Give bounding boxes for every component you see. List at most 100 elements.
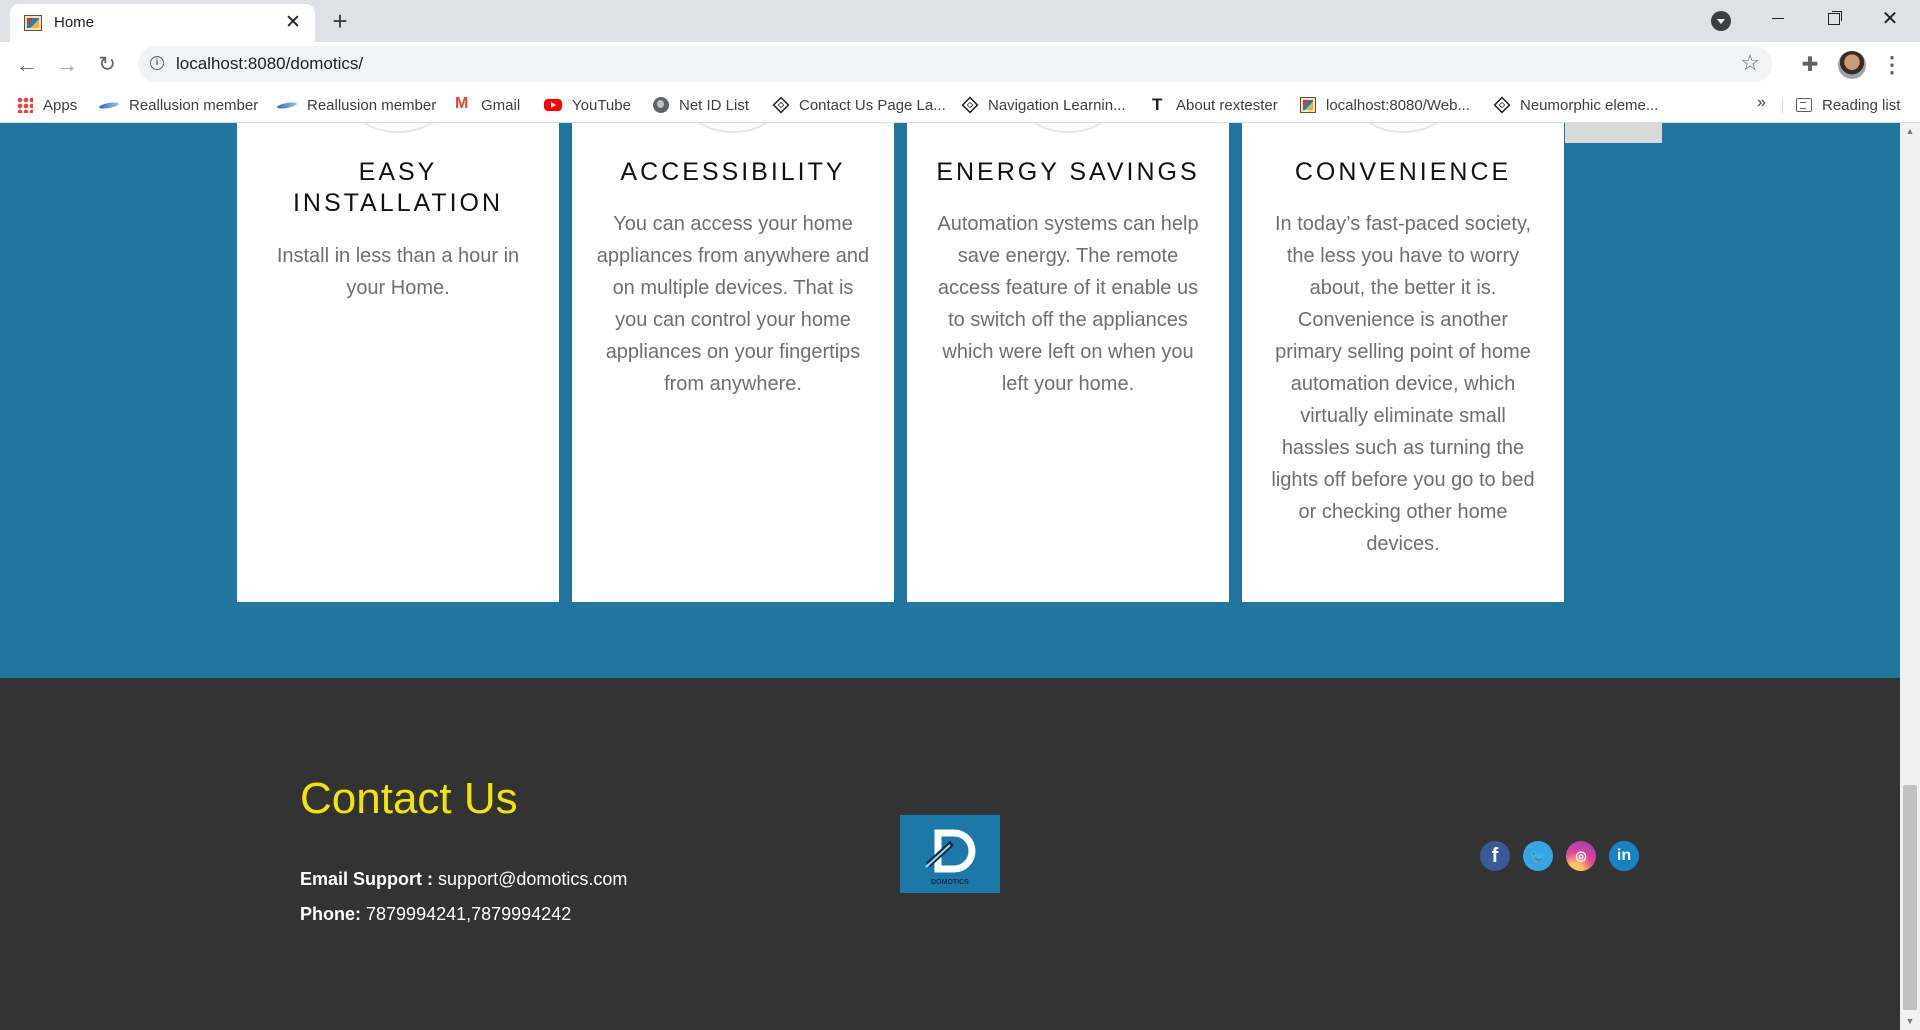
reading-list-button[interactable]: Reading list (1796, 94, 1900, 116)
new-tab-button[interactable]: + (325, 6, 355, 36)
scrollbar-thumb[interactable] (1903, 785, 1917, 1010)
browser-toolbar: ← → ↻ i localhost:8080/domotics/ ☆ ✚ ⋮ (0, 42, 1920, 88)
footer: Contact Us Email Support : support@domot… (0, 678, 1900, 1030)
feature-icon-circle (348, 123, 448, 133)
domotics-logo-mark: DOMOTICS (925, 829, 976, 886)
localhost-icon (1300, 97, 1316, 113)
bookmark-localhost-web[interactable]: localhost:8080/Web... (1300, 94, 1470, 116)
email-support-line: Email Support : support@domotics.com (300, 869, 627, 890)
feature-description: You can access your home appliances from… (596, 213, 870, 395)
bookmark-about-rextester[interactable]: About rextester (1150, 94, 1278, 116)
gmail-icon (455, 95, 471, 113)
site-favicon-icon (24, 15, 42, 31)
facebook-icon[interactable]: f (1480, 841, 1510, 871)
bookmark-star-icon[interactable]: ☆ (1740, 50, 1760, 76)
codepen-icon (1493, 96, 1511, 114)
bookmark-navigation-learning[interactable]: Navigation Learnin... (961, 94, 1126, 116)
phone-number: 7879994241,7879994242 (366, 904, 572, 924)
feature-title: ACCESSIBILITY (620, 158, 846, 186)
instagram-icon[interactable]: ◎ (1566, 841, 1596, 871)
browser-tab-home[interactable]: Home ✕ (10, 4, 315, 42)
reallusion-icon (277, 97, 297, 113)
feature-card-easy-installation: EASY INSTALLATION Install in less than a… (237, 123, 559, 602)
feature-description: In today’s fast-paced society, the less … (1271, 213, 1535, 555)
bookmark-youtube[interactable]: YouTube (544, 94, 631, 116)
bookmark-label: Net ID List (679, 96, 750, 114)
close-tab-icon[interactable]: ✕ (281, 11, 305, 35)
reading-list-icon (1796, 98, 1812, 112)
forward-arrow-icon[interactable]: → (51, 49, 83, 81)
youtube-icon (544, 99, 562, 111)
feature-title: EASY INSTALLATION (292, 158, 504, 217)
extensions-puzzle-icon[interactable]: ✚ (1797, 52, 1823, 78)
apps-grid-icon (17, 97, 33, 113)
bookmark-reallusion-1[interactable]: Reallusion member (99, 94, 258, 116)
browser-menu-icon[interactable]: ⋮ (1880, 50, 1904, 80)
feature-card-accessibility: ACCESSIBILITY You can access your home a… (572, 123, 894, 602)
contact-us-heading: Contact Us (300, 774, 518, 823)
bookmark-label: Apps (43, 96, 78, 114)
bookmark-label: Contact Us Page La... (799, 96, 946, 114)
feature-icon-circle (1018, 123, 1118, 133)
feature-title: CONVENIENCE (1294, 158, 1512, 186)
t-icon (1150, 95, 1166, 115)
tab-search-icon[interactable] (1711, 11, 1731, 31)
scroll-up-arrow-icon[interactable]: ▲ (1900, 123, 1920, 140)
scroll-down-arrow-icon[interactable]: ▼ (1900, 1013, 1920, 1030)
email-link[interactable]: support@domotics.com (438, 869, 627, 889)
bookmark-label: Reallusion member (129, 96, 259, 114)
bookmarks-divider (1782, 98, 1783, 114)
feature-description: Install in less than a hour in your Home… (276, 245, 520, 299)
globe-icon (653, 97, 669, 113)
codepen-icon (961, 96, 979, 114)
bookmark-label: Neumorphic eleme... (1520, 96, 1659, 114)
more-bookmarks-chevron-icon[interactable]: » (1757, 94, 1766, 112)
site-info-icon[interactable]: i (150, 56, 164, 70)
back-arrow-icon[interactable]: ← (11, 49, 43, 81)
bookmark-gmail[interactable]: Gmail (455, 94, 520, 116)
email-label: Email Support : (300, 869, 434, 889)
bookmark-label: Navigation Learnin... (988, 96, 1126, 114)
address-bar-url[interactable]: localhost:8080/domotics/ (176, 54, 363, 74)
phone-line: Phone: 7879994241,7879994242 (300, 904, 571, 925)
feature-icon-circle (683, 123, 783, 133)
bookmark-label: YouTube (572, 96, 631, 114)
reading-list-label: Reading list (1822, 96, 1901, 114)
bookmark-contact-us-page[interactable]: Contact Us Page La... (772, 94, 946, 116)
feature-icon-circle (1353, 123, 1453, 133)
profile-avatar[interactable] (1838, 51, 1866, 79)
feature-title: ENERGY SAVINGS (936, 158, 1200, 186)
bookmark-reallusion-2[interactable]: Reallusion member (277, 94, 436, 116)
restore-icon (1828, 12, 1840, 25)
minimize-icon (1772, 18, 1784, 20)
restore-button[interactable] (1808, 0, 1860, 40)
minimize-button[interactable] (1752, 0, 1804, 40)
logo-wordmark: DOMOTICS (931, 879, 969, 886)
linkedin-icon[interactable]: in (1609, 841, 1639, 871)
bookmark-apps[interactable]: Apps (17, 94, 77, 116)
tab-title: Home (54, 14, 95, 31)
bookmark-label: About rextester (1176, 96, 1278, 114)
bookmark-neumorphic-elements[interactable]: Neumorphic eleme... (1493, 94, 1659, 116)
address-bar[interactable]: i localhost:8080/domotics/ ☆ (138, 46, 1772, 82)
domotics-logo[interactable]: DOMOTICS (900, 815, 1000, 893)
feature-description: Automation systems can help save energy.… (937, 213, 1199, 395)
reload-icon[interactable]: ↻ (91, 49, 123, 81)
tab-strip: Home ✕ + ✕ (0, 0, 1920, 42)
page-scrollbar[interactable]: ▲ ▼ (1900, 123, 1920, 1030)
codepen-icon (772, 96, 790, 114)
bookmark-label: localhost:8080/Web... (1326, 96, 1470, 114)
feature-card-energy-savings: ENERGY SAVINGS Automation systems can he… (907, 123, 1229, 602)
feature-card-convenience: CONVENIENCE In today’s fast-paced societ… (1242, 123, 1564, 602)
phone-label: Phone: (300, 904, 361, 924)
twitter-icon[interactable]: 🐦 (1523, 841, 1553, 871)
close-window-button[interactable]: ✕ (1864, 0, 1916, 40)
bookmark-label: Reallusion member (307, 96, 437, 114)
page-viewport: EASY INSTALLATION Install in less than a… (0, 123, 1900, 1030)
features-section: EASY INSTALLATION Install in less than a… (0, 123, 1900, 678)
reallusion-icon (99, 97, 119, 113)
bookmarks-bar: Apps Reallusion member Reallusion member… (0, 88, 1920, 123)
section-gray-strip (1565, 123, 1662, 143)
bookmark-label: Gmail (481, 96, 521, 114)
bookmark-net-id-list[interactable]: Net ID List (653, 94, 749, 116)
